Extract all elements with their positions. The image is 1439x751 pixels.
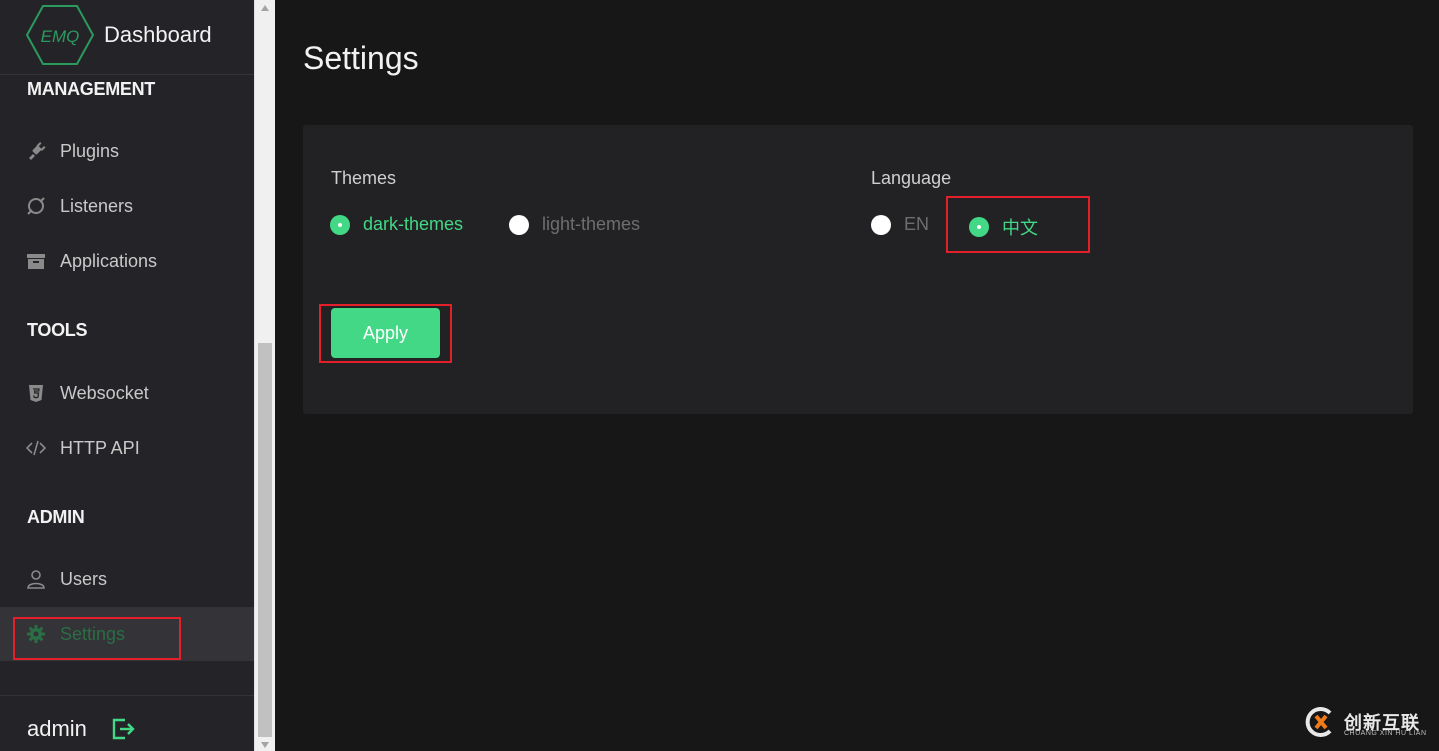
themes-label: Themes bbox=[331, 168, 397, 188]
group-title-admin: ADMIN bbox=[27, 507, 85, 527]
sidebar-scrollbar[interactable] bbox=[254, 0, 275, 751]
sidebar-item-listeners[interactable]: Listeners bbox=[0, 179, 254, 233]
sidebar-item-label: Users bbox=[60, 568, 108, 589]
scroll-down-arrow-icon[interactable] bbox=[261, 742, 269, 748]
radio-label: light-themes bbox=[542, 214, 641, 234]
group-title-tools: TOOLS bbox=[27, 320, 88, 340]
sidebar-item-label: Plugins bbox=[60, 140, 120, 161]
sidebar-footer: admin bbox=[0, 695, 254, 751]
sidebar-item-websocket[interactable]: Websocket bbox=[0, 366, 254, 420]
watermark-subtext: CHUANG XIN HU LIAN bbox=[1344, 730, 1427, 737]
language-label: Language bbox=[871, 168, 952, 188]
listener-icon bbox=[26, 196, 46, 216]
sidebar-item-settings[interactable]: Settings bbox=[0, 607, 254, 661]
group-title-management: MANAGEMENT bbox=[27, 79, 155, 99]
sidebar-item-label: Listeners bbox=[60, 195, 134, 216]
code-icon bbox=[26, 438, 46, 458]
radio-dot bbox=[969, 217, 989, 237]
plug-icon bbox=[26, 141, 46, 161]
username: admin bbox=[27, 716, 87, 741]
radio-chinese[interactable]: 中文 bbox=[969, 214, 1038, 240]
radio-dot bbox=[871, 214, 891, 235]
radio-dot bbox=[330, 214, 350, 235]
radio-en[interactable]: EN bbox=[871, 214, 929, 235]
page-title: Settings bbox=[303, 40, 419, 76]
sidebar: EMQ Dashboard MANAGEMENT Plugins Listene… bbox=[0, 0, 254, 751]
radio-label: dark-themes bbox=[363, 214, 464, 234]
radio-light-themes[interactable]: light-themes bbox=[509, 214, 640, 235]
radio-label: EN bbox=[904, 214, 930, 234]
watermark-logo-icon bbox=[1305, 707, 1332, 737]
archive-icon bbox=[26, 251, 46, 271]
sidebar-item-plugins[interactable]: Plugins bbox=[0, 124, 254, 178]
sidebar-item-label: Applications bbox=[60, 250, 158, 271]
brand-title: Dashboard bbox=[104, 22, 212, 47]
gear-icon bbox=[26, 624, 46, 644]
sidebar-item-label: Settings bbox=[60, 623, 126, 644]
apply-button[interactable]: Apply bbox=[331, 308, 440, 358]
brand-header: EMQ Dashboard bbox=[0, 0, 254, 75]
logout-icon[interactable] bbox=[110, 716, 136, 742]
sidebar-item-label: HTTP API bbox=[60, 437, 140, 458]
sidebar-item-http-api[interactable]: HTTP API bbox=[0, 421, 254, 475]
scroll-thumb[interactable] bbox=[258, 343, 272, 737]
sidebar-item-users[interactable]: Users bbox=[0, 552, 254, 606]
settings-card bbox=[303, 125, 1413, 414]
scroll-up-arrow-icon[interactable] bbox=[261, 5, 269, 11]
sidebar-item-label: Websocket bbox=[60, 382, 149, 403]
watermark: 创新互联 CHUANG XIN HU LIAN bbox=[1302, 704, 1426, 740]
html5-icon bbox=[26, 383, 46, 403]
radio-label: 中文 bbox=[1002, 218, 1038, 238]
emq-logo[interactable]: EMQ bbox=[26, 4, 94, 66]
radio-dark-themes[interactable]: dark-themes bbox=[330, 214, 463, 235]
user-icon bbox=[26, 569, 46, 589]
radio-dot bbox=[509, 214, 529, 235]
logo-text: EMQ bbox=[41, 27, 80, 46]
sidebar-item-applications[interactable]: Applications bbox=[0, 234, 254, 288]
